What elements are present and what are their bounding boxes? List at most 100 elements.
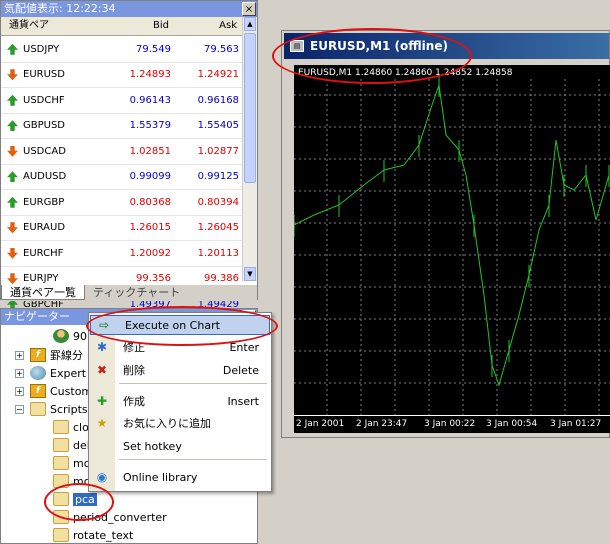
ask-cell: 99.386: [204, 273, 239, 285]
table-row[interactable]: USDCHF 0.96143 0.96168: [1, 88, 243, 114]
table-row[interactable]: USDCAD 1.02851 1.02877: [1, 139, 243, 165]
tree-item[interactable]: + Expert: [15, 364, 86, 382]
scrollbar-thumb[interactable]: [244, 33, 256, 183]
chart-title-bar[interactable]: ▤ EURUSD,M1 (offline): [284, 33, 609, 59]
menu-separator: [119, 459, 267, 460]
market-watch-tabs: 通貨ペア一覧 ティックチャート: [1, 285, 257, 301]
tree-item[interactable]: pca: [53, 490, 97, 508]
tree-item[interactable]: clo: [53, 418, 89, 436]
symbol-cell: EURJPY: [1, 273, 107, 285]
chart-area[interactable]: EURUSD,M1 1.24860 1.24860 1.24852 1.2485…: [294, 65, 610, 433]
menu-item[interactable]: ✖ 削除 Delete: [89, 360, 271, 380]
tree-item[interactable]: del: [53, 436, 90, 454]
context-menu: ⇨ Execute on Chart ✱ 修正 Enter ✖ 削除 Delete ✚ 作成 Ins…: [88, 312, 272, 492]
market-watch-title-bar[interactable]: 気配値表示: 12:22:34 ×: [1, 1, 257, 17]
menu-item[interactable]: ★ お気に入りに追加: [89, 413, 271, 433]
scroll-up-icon[interactable]: ▲: [244, 17, 256, 31]
script-icon: [53, 492, 69, 506]
chart-title: EURUSD,M1 (offline): [310, 39, 448, 53]
tree-item[interactable]: rotate_text: [53, 526, 133, 544]
scripts-folder-icon: [30, 402, 46, 416]
up-arrow-icon: [7, 43, 18, 55]
symbol-label: USDJPY: [23, 43, 60, 55]
table-row[interactable]: EURCHF 1.20092 1.20113: [1, 241, 243, 267]
symbol-cell: EURCHF: [1, 247, 107, 259]
bid-cell: 79.549: [136, 43, 171, 55]
symbol-cell: USDCAD: [1, 145, 107, 157]
tree-item[interactable]: + f Custom: [15, 382, 92, 400]
tree-item[interactable]: mo: [53, 472, 90, 490]
market-watch-close-icon[interactable]: ×: [242, 2, 256, 16]
expander-icon[interactable]: +: [15, 386, 24, 396]
script-icon: [53, 528, 69, 542]
tab-tick-chart[interactable]: ティックチャート: [85, 285, 188, 300]
up-arrow-icon: [7, 171, 18, 183]
symbol-label: EURUSD: [23, 69, 65, 81]
menu-item-label: お気に入りに追加: [123, 417, 211, 430]
tree-item-label: clo: [73, 420, 89, 434]
create-icon: ✚: [96, 394, 108, 408]
menu-item-label: Set hotkey: [123, 439, 182, 453]
tree-item-label: rotate_text: [73, 528, 134, 542]
script-icon: [53, 474, 69, 488]
symbol-cell: USDCHF: [1, 94, 107, 106]
ask-cell: 0.99125: [197, 171, 239, 183]
navigator-title: ナビゲーター: [4, 310, 70, 323]
symbol-label: AUDUSD: [23, 171, 67, 183]
header-bid[interactable]: Bid: [107, 17, 175, 35]
tree-item[interactable]: − Scripts: [15, 400, 88, 418]
execute-icon: ⇨: [98, 318, 110, 332]
symbol-cell: EURUSD: [1, 69, 107, 81]
table-row[interactable]: AUDUSD 0.99099 0.99125: [1, 165, 243, 190]
favorite-icon: ★: [96, 416, 108, 430]
menu-item[interactable]: ✱ 修正 Enter: [89, 337, 271, 357]
expert-icon: [30, 366, 46, 380]
header-symbol[interactable]: 通貨ペア: [1, 17, 107, 35]
table-row[interactable]: EURGBP 0.80368 0.80394: [1, 190, 243, 216]
tree-item-label: 90: [73, 329, 87, 343]
bid-cell: 0.96143: [129, 94, 171, 106]
symbol-cell: USDJPY: [1, 43, 107, 55]
table-row[interactable]: EURUSD 1.24893 1.24921: [1, 63, 243, 88]
scroll-down-icon[interactable]: ▼: [244, 267, 256, 281]
table-row[interactable]: USDJPY 79.549 79.563: [1, 37, 243, 63]
bid-cell: 99.356: [136, 273, 171, 285]
down-arrow-icon: [7, 145, 18, 157]
up-arrow-icon: [7, 120, 18, 132]
menu-item[interactable]: ✚ 作成 Insert: [89, 391, 271, 411]
table-row[interactable]: EURAUD 1.26015 1.26045: [1, 216, 243, 241]
price-line: [294, 84, 610, 387]
expander-icon[interactable]: −: [15, 404, 24, 414]
chart-window-icon: ▤: [290, 40, 304, 52]
expander-icon[interactable]: +: [15, 368, 24, 378]
menu-item[interactable]: ⇨ Execute on Chart: [90, 315, 270, 335]
script-icon: [53, 420, 69, 434]
ask-cell: 0.80394: [197, 196, 239, 208]
tree-item[interactable]: + f 罫線分: [15, 346, 83, 364]
symbol-label: USDCHF: [23, 94, 65, 106]
menu-item-label: 作成: [123, 395, 145, 408]
ask-cell: 1.24921: [197, 69, 239, 81]
menu-item-label: Online library: [123, 470, 198, 484]
expander-icon[interactable]: +: [15, 350, 24, 360]
x-tick-label: 3 Jan 00:54: [486, 419, 538, 429]
tab-symbols[interactable]: 通貨ペア一覧: [1, 285, 85, 300]
tree-item[interactable]: mo: [53, 454, 90, 472]
ask-cell: 1.55405: [197, 120, 239, 132]
menu-item-label: 削除: [123, 364, 145, 377]
menu-item-shortcut: Enter: [229, 340, 259, 354]
ask-cell: 1.26045: [197, 222, 239, 234]
header-ask[interactable]: Ask: [175, 17, 243, 35]
symbol-label: EURAUD: [23, 222, 66, 234]
market-watch-window: 気配値表示: 12:22:34 × 通貨ペア Bid Ask USDJPY 79.…: [0, 0, 258, 343]
bid-cell: 1.55379: [129, 120, 171, 132]
tree-item[interactable]: period_converter: [53, 508, 167, 526]
tree-item[interactable]: 90: [53, 327, 87, 345]
menu-item[interactable]: ◉ Online library: [89, 467, 271, 487]
market-watch-scrollbar[interactable]: ▲ ▼: [242, 17, 257, 281]
bid-cell: 1.20092: [129, 247, 171, 259]
down-arrow-icon: [7, 222, 18, 234]
menu-item[interactable]: Set hotkey: [89, 436, 271, 456]
symbol-label: EURCHF: [23, 247, 64, 259]
table-row[interactable]: GBPUSD 1.55379 1.55405: [1, 114, 243, 139]
